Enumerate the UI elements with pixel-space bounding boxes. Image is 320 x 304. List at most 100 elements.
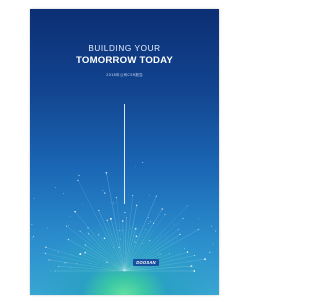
light-particle	[113, 246, 114, 248]
light-particle	[134, 241, 136, 243]
light-particle	[66, 225, 67, 227]
light-particle	[135, 246, 137, 247]
light-particle	[98, 209, 100, 212]
light-particle	[57, 251, 59, 253]
light-particle	[132, 195, 134, 196]
light-ray	[124, 240, 150, 272]
light-particle	[149, 240, 151, 242]
light-particle	[142, 161, 144, 164]
light-particle	[69, 267, 72, 269]
light-particle	[97, 234, 100, 236]
light-particle	[106, 219, 109, 222]
light-particle	[102, 189, 104, 192]
light-particle	[33, 198, 35, 199]
light-ray	[77, 180, 125, 272]
light-particle	[76, 263, 78, 265]
light-particle	[79, 230, 81, 232]
light-particle	[46, 227, 48, 229]
light-particle	[109, 217, 112, 220]
light-ray	[66, 226, 125, 272]
light-particle	[110, 234, 112, 236]
light-particle	[121, 230, 123, 232]
light-particle	[119, 239, 121, 241]
light-particle	[177, 238, 178, 239]
cover-title-line1: BUILDING YOUR	[88, 44, 161, 53]
light-particle	[193, 270, 196, 272]
light-particle	[87, 227, 89, 229]
light-particle	[200, 262, 201, 263]
light-particle	[67, 238, 70, 241]
light-particle	[87, 233, 90, 235]
light-particle	[115, 197, 117, 199]
light-particle	[53, 249, 55, 251]
light-particle	[84, 244, 87, 246]
light-particle	[112, 253, 114, 255]
light-particle	[173, 223, 175, 225]
light-particle	[31, 223, 33, 226]
light-particle	[184, 248, 185, 249]
light-ray	[49, 259, 125, 272]
light-particle	[104, 192, 106, 194]
light-particle	[209, 251, 211, 254]
light-particle	[108, 229, 109, 230]
light-ray	[45, 247, 125, 272]
light-particle	[204, 258, 206, 261]
light-particle	[178, 228, 180, 230]
light-ray	[124, 265, 192, 272]
light-particle	[141, 242, 143, 244]
light-particle	[186, 205, 188, 207]
light-particle	[168, 253, 170, 255]
light-particle	[77, 179, 79, 182]
light-particle	[31, 237, 33, 239]
light-particle	[69, 215, 71, 217]
light-particle	[179, 233, 181, 235]
light-particle	[106, 173, 107, 175]
light-particle	[54, 270, 56, 272]
light-particle	[118, 230, 120, 232]
light-particle	[44, 252, 47, 255]
light-particle	[48, 259, 50, 261]
light-particle	[210, 261, 212, 263]
page-viewport: BUILDING YOUR TOMORROW TODAY 2018年公司CSR报…	[0, 0, 248, 304]
light-particle	[82, 203, 83, 205]
report-cover: BUILDING YOUR TOMORROW TODAY 2018年公司CSR报…	[30, 9, 219, 295]
light-particle	[186, 251, 189, 253]
light-particle	[149, 220, 152, 223]
light-particle	[138, 201, 140, 203]
light-particle	[77, 269, 78, 270]
light-particle	[202, 247, 203, 249]
light-particle	[160, 253, 162, 255]
light-particle	[160, 235, 161, 236]
light-particle	[182, 217, 184, 220]
light-particle	[64, 262, 66, 264]
light-ray	[74, 211, 125, 272]
doosan-logo: DOOSAN	[133, 259, 159, 266]
light-particle	[178, 253, 180, 255]
light-particle	[67, 225, 70, 227]
light-particle	[106, 261, 108, 263]
light-particle	[198, 218, 200, 220]
light-particle	[89, 262, 91, 264]
light-particle	[126, 217, 127, 218]
light-particle	[112, 202, 115, 204]
light-particle	[124, 211, 126, 214]
light-ray	[68, 239, 125, 272]
light-particle	[135, 204, 138, 206]
light-particle	[155, 195, 157, 197]
cover-subtitle: 2018年公司CSR报告	[106, 73, 143, 77]
light-particle	[145, 220, 146, 222]
light-particle	[50, 270, 52, 272]
light-ray	[45, 253, 125, 272]
light-particle	[147, 216, 149, 218]
light-particle	[103, 237, 106, 240]
light-particle	[79, 253, 82, 256]
light-particle	[55, 187, 57, 189]
light-particle	[215, 230, 217, 232]
light-particle	[74, 210, 76, 213]
light-particle	[148, 223, 150, 224]
light-particle	[145, 228, 147, 230]
light-particle	[118, 246, 120, 249]
light-particle	[45, 246, 47, 249]
light-ray	[58, 266, 125, 272]
light-particle	[198, 228, 200, 230]
